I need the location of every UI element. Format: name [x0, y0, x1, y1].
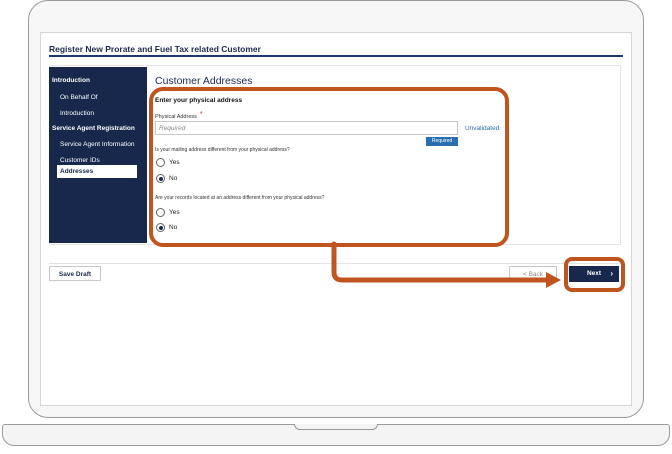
back-button[interactable]: < Back — [509, 266, 557, 281]
highlight-box-next-button — [564, 257, 625, 292]
section-title: Customer Addresses — [155, 75, 253, 87]
laptop-base-notch — [294, 424, 378, 430]
save-draft-button[interactable]: Save Draft — [49, 266, 101, 281]
title-divider — [49, 55, 623, 57]
sidebar-item-customer-ids[interactable]: Customer IDs — [60, 157, 145, 164]
page-title: Register New Prorate and Fuel Tax relate… — [49, 44, 261, 54]
app-window: Register New Prorate and Fuel Tax relate… — [40, 32, 632, 406]
sidebar-item-introduction-section[interactable]: Introduction — [52, 77, 145, 84]
highlight-box-address-section — [149, 87, 509, 247]
sidebar-item-service-agent-information[interactable]: Service Agent Information — [60, 141, 145, 148]
sidebar-item-introduction[interactable]: Introduction — [60, 110, 145, 117]
sidebar-item-addresses-label: Addresses — [60, 168, 94, 175]
sidebar-item-service-agent-registration[interactable]: Service Agent Registration — [52, 125, 145, 132]
sidebar-item-on-behalf-of[interactable]: On Behalf Of — [60, 94, 145, 101]
sidebar-item-addresses[interactable]: Addresses — [57, 165, 137, 178]
sidebar-nav: Introduction On Behalf Of Introduction S… — [49, 67, 147, 243]
